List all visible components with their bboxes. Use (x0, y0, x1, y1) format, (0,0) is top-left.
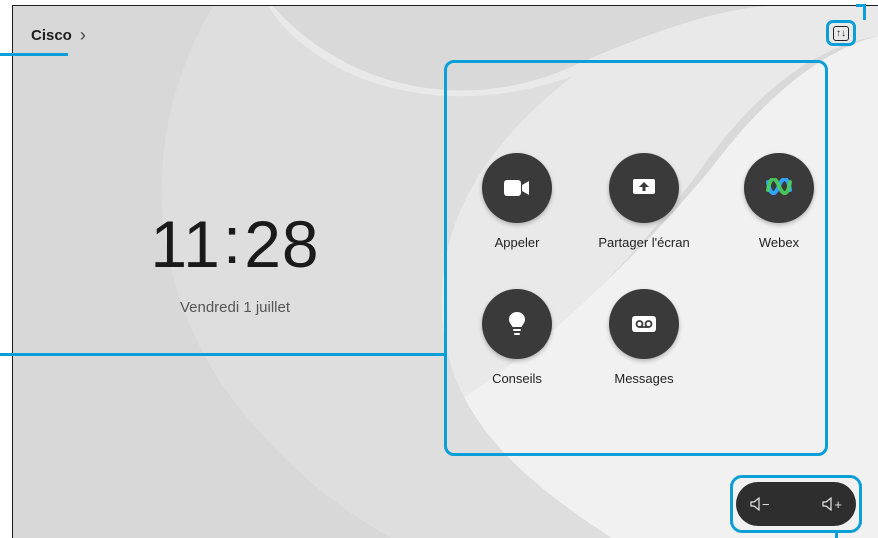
volume-down-label: − (762, 496, 770, 512)
volume-control: − + (730, 475, 862, 533)
app-webex-label: Webex (758, 235, 800, 250)
brand-menu[interactable]: Cisco › (31, 26, 86, 44)
clock: 11:28 (13, 203, 457, 282)
app-share-screen[interactable]: Partager l'écran (579, 153, 709, 250)
callout-line-brand (0, 53, 68, 56)
clock-separator: : (222, 203, 243, 277)
app-call[interactable]: Appeler (452, 153, 582, 250)
app-share-screen-label: Partager l'écran (598, 235, 690, 250)
app-tips[interactable]: Conseils (452, 289, 582, 386)
callout-line-panel (0, 353, 444, 356)
volume-up-label: + (834, 496, 842, 512)
clock-minutes: 28 (244, 207, 320, 281)
webex-logo-icon (744, 153, 814, 223)
brand-label: Cisco (31, 26, 72, 44)
lightbulb-icon (482, 289, 552, 359)
layout-toggle-icon: ↑↓ (833, 25, 849, 41)
app-tips-label: Conseils (492, 371, 542, 386)
volume-up-button[interactable]: + (822, 497, 842, 512)
app-messages[interactable]: Messages (579, 289, 709, 386)
callout-line-layout-vertical (863, 4, 866, 20)
volume-down-button[interactable]: − (750, 497, 770, 512)
speaker-icon (822, 497, 833, 511)
volume-bar: − + (736, 482, 856, 526)
date-label: Vendredi 1 juillet (179, 299, 291, 316)
app-messages-label: Messages (614, 371, 674, 386)
video-camera-icon (482, 153, 552, 223)
app-call-label: Appeler (494, 235, 540, 250)
layout-toggle-button[interactable]: ↑↓ (826, 20, 856, 46)
chevron-right-icon: › (79, 25, 86, 45)
clock-hours: 11 (150, 207, 221, 281)
voicemail-icon (609, 289, 679, 359)
share-screen-icon (609, 153, 679, 223)
speaker-icon (750, 497, 760, 511)
apps-panel: Appeler Partager l'écran Webex Conseils … (444, 60, 828, 456)
app-webex[interactable]: Webex (714, 153, 844, 250)
